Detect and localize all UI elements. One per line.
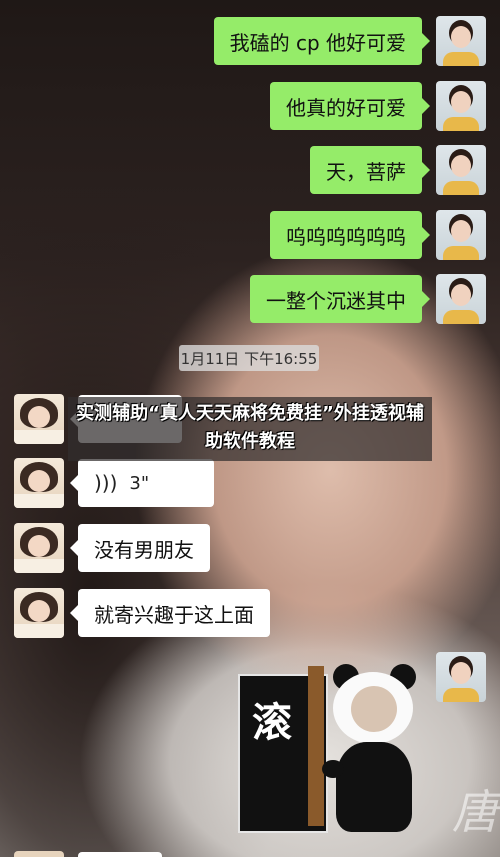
my-avatar[interactable] (436, 210, 486, 260)
message-bubble-me[interactable]: 呜呜呜呜呜呜 (270, 211, 430, 259)
contact-avatar[interactable] (14, 523, 64, 573)
message-bubble-me[interactable]: 一整个沉迷其中 (250, 275, 430, 323)
my-avatar[interactable] (436, 652, 486, 702)
message-bubble-me[interactable]: 我磕的 cp 他好可爱 (213, 17, 431, 65)
contact-avatar[interactable] (14, 458, 64, 508)
my-avatar[interactable] (436, 274, 486, 324)
message-row-me: 我磕的 cp 他好可爱 (213, 16, 486, 66)
voice-duration: 3" (129, 472, 150, 494)
message-row-them: ))) 3" (14, 458, 214, 508)
message-bubble-them[interactable]: 没有男朋友 (70, 524, 210, 572)
chat-timestamp: 1月11日 下午16:55 (179, 345, 319, 371)
message-row-me: 一整个沉迷其中 (250, 274, 486, 324)
panda-face (351, 686, 397, 732)
panda-hand (322, 760, 344, 778)
my-avatar[interactable] (436, 81, 486, 131)
contact-avatar[interactable] (14, 588, 64, 638)
my-avatar[interactable] (436, 16, 486, 66)
message-row-me: 他真的好可爱 (270, 81, 486, 131)
sticker-caption: 滚 (252, 700, 292, 746)
message-bubble-them[interactable]: 就寄兴趣于这上面 (70, 589, 270, 637)
message-bubble-me[interactable]: 天，菩萨 (310, 146, 430, 194)
overlay-title: 实测辅助“真人天天麻将免费挂”外挂透视辅助软件教程 (76, 403, 424, 452)
watermark: 唐 (452, 785, 498, 839)
contact-avatar[interactable] (14, 394, 64, 444)
message-row-them: 就寄兴趣于这上面 (14, 588, 270, 638)
panda-sticker[interactable]: 滚 (238, 664, 418, 836)
message-row-me: 呜呜呜呜呜呜 (270, 210, 486, 260)
my-avatar[interactable] (436, 145, 486, 195)
message-row-them: 没有男朋友 (14, 523, 210, 573)
contact-avatar-partial (14, 851, 64, 857)
voice-message-bubble[interactable]: ))) 3" (70, 459, 214, 507)
panda-body (336, 742, 412, 832)
message-bubble-partial (78, 852, 162, 857)
door-frame (308, 666, 324, 826)
message-bubble-me[interactable]: 他真的好可爱 (270, 82, 430, 130)
message-row-me: 天，菩萨 (310, 145, 486, 195)
voice-wave-icon: ))) (94, 471, 118, 495)
